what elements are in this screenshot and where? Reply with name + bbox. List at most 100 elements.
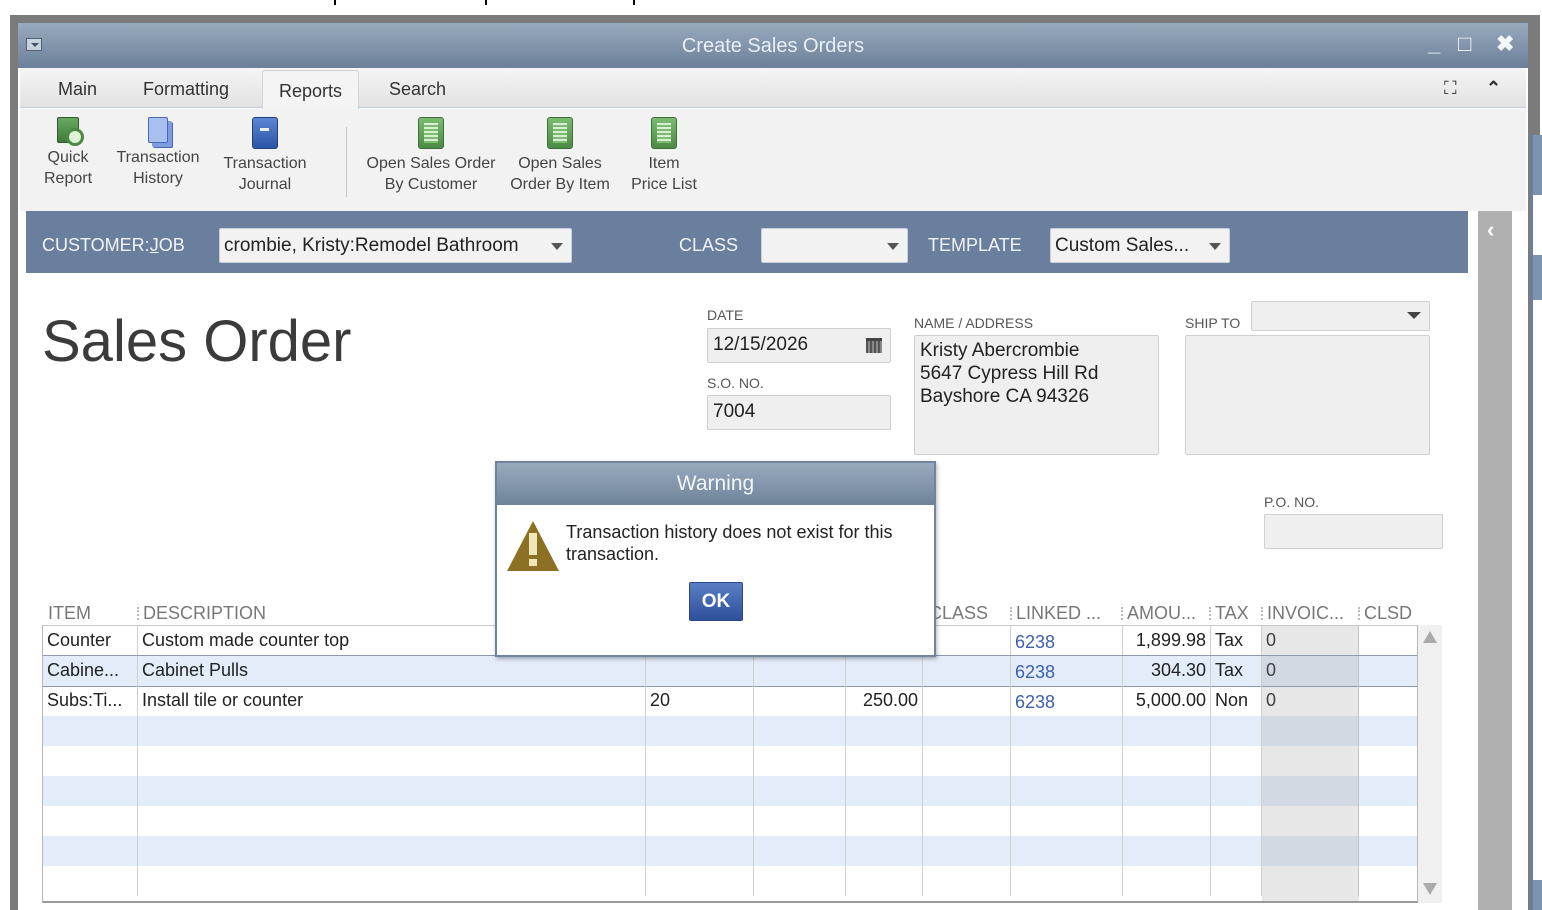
cell-tax[interactable] [1211, 806, 1262, 836]
cell-amount[interactable] [1123, 776, 1211, 806]
cell-item[interactable]: Subs:Ti... [43, 686, 138, 716]
cell-amount[interactable] [1123, 866, 1211, 896]
cell-rate[interactable] [846, 656, 923, 686]
cell-invoiced[interactable]: 0 [1262, 626, 1359, 656]
cell-qty[interactable] [646, 746, 754, 776]
cell-linked[interactable] [1011, 716, 1123, 746]
cell-description[interactable]: Cabinet Pulls [138, 656, 646, 686]
cell-linked[interactable] [1011, 776, 1123, 806]
col-item[interactable]: ITEM [48, 603, 91, 624]
cell-tax[interactable] [1211, 746, 1262, 776]
cell-tax[interactable] [1211, 866, 1262, 896]
cell-tax[interactable]: Tax [1211, 656, 1262, 686]
cell-um[interactable] [754, 716, 846, 746]
table-row[interactable] [43, 776, 1417, 806]
cell-item[interactable] [43, 866, 138, 896]
cell-um[interactable] [754, 866, 846, 896]
cell-invoiced[interactable] [1262, 776, 1359, 806]
cell-invoiced[interactable]: 0 [1262, 656, 1359, 686]
po-number-field[interactable] [1264, 514, 1443, 549]
table-row[interactable] [43, 836, 1417, 866]
tab-formatting[interactable]: Formatting [143, 79, 229, 100]
col-clsd[interactable]: CLSD [1357, 603, 1412, 624]
cell-clsd[interactable] [1359, 866, 1417, 896]
ok-button[interactable]: OK [689, 582, 743, 621]
cell-item[interactable]: Cabine... [43, 656, 138, 686]
cell-item[interactable]: Counter [43, 626, 138, 656]
tab-main[interactable]: Main [58, 79, 97, 100]
ship-to-dropdown[interactable] [1251, 301, 1430, 331]
cell-class[interactable] [923, 836, 1011, 866]
cell-class[interactable] [923, 656, 1011, 686]
cell-amount[interactable] [1123, 836, 1211, 866]
cell-description[interactable]: Install tile or counter [138, 686, 646, 716]
cell-qty[interactable] [646, 806, 754, 836]
cell-description[interactable] [138, 836, 646, 866]
open-so-by-item-button[interactable]: Open Sales Order By Item [504, 117, 616, 195]
expand-panel-icon[interactable]: ‹ [1487, 217, 1494, 243]
table-row[interactable]: Cabine... Cabinet Pulls 6238 304.30 Tax 0 [43, 655, 1417, 687]
cell-um[interactable] [754, 686, 846, 716]
open-so-by-customer-button[interactable]: Open Sales Order By Customer [356, 117, 506, 195]
collapse-ribbon-icon[interactable]: ⌃ [1486, 78, 1501, 99]
cell-um[interactable] [754, 656, 846, 686]
cell-qty[interactable]: 20 [646, 686, 754, 716]
table-row[interactable]: Subs:Ti... Install tile or counter 20 250.0… [43, 686, 1417, 716]
cell-linked[interactable]: 6238 [1011, 656, 1123, 686]
cell-qty[interactable] [646, 836, 754, 866]
table-scrollbar[interactable] [1418, 625, 1442, 903]
transaction-history-button[interactable]: Transaction History [108, 117, 208, 189]
title-bar[interactable]: Create Sales Orders _ □ ✖ [18, 23, 1528, 68]
cell-qty[interactable] [646, 866, 754, 896]
cell-invoiced[interactable] [1262, 836, 1359, 866]
cell-rate[interactable] [846, 836, 923, 866]
cell-class[interactable] [923, 806, 1011, 836]
cell-tax[interactable] [1211, 716, 1262, 746]
cell-qty[interactable] [646, 656, 754, 686]
col-linked[interactable]: LINKED ... [1009, 603, 1101, 624]
minimize-button[interactable]: _ [1428, 33, 1440, 55]
cell-linked[interactable] [1011, 806, 1123, 836]
cell-description[interactable] [138, 746, 646, 776]
cell-rate[interactable] [846, 866, 923, 896]
cell-tax[interactable]: Tax [1211, 626, 1262, 656]
table-row[interactable] [43, 866, 1417, 896]
cell-um[interactable] [754, 836, 846, 866]
cell-amount[interactable] [1123, 716, 1211, 746]
col-invoiced[interactable]: INVOIC... [1260, 603, 1344, 624]
cell-rate[interactable] [846, 806, 923, 836]
so-number-field[interactable]: 7004 [707, 395, 891, 430]
cell-um[interactable] [754, 806, 846, 836]
cell-class[interactable] [923, 776, 1011, 806]
cell-item[interactable] [43, 836, 138, 866]
tab-search[interactable]: Search [389, 79, 446, 100]
tab-reports[interactable]: Reports [262, 70, 360, 109]
cell-tax[interactable]: Non [1211, 686, 1262, 716]
date-field[interactable]: 12/15/2026 [707, 328, 891, 363]
name-address-field[interactable]: Kristy Abercrombie 5647 Cypress Hill Rd … [914, 335, 1159, 455]
cell-description[interactable] [138, 716, 646, 746]
item-price-list-button[interactable]: Item Price List [626, 117, 702, 195]
cell-amount[interactable]: 1,899.98 [1123, 626, 1211, 656]
cell-clsd[interactable] [1359, 776, 1417, 806]
table-row[interactable] [43, 806, 1417, 836]
col-tax[interactable]: TAX [1209, 603, 1249, 624]
maximize-button[interactable]: □ [1458, 33, 1471, 55]
cell-invoiced[interactable] [1262, 806, 1359, 836]
cell-linked[interactable] [1011, 866, 1123, 896]
cell-class[interactable] [923, 866, 1011, 896]
cell-item[interactable] [43, 806, 138, 836]
col-class[interactable]: CLASS [922, 603, 988, 624]
cell-tax[interactable] [1211, 776, 1262, 806]
scroll-up-icon[interactable] [1423, 631, 1437, 643]
cell-class[interactable] [923, 626, 1011, 656]
cell-clsd[interactable] [1359, 836, 1417, 866]
cell-class[interactable] [923, 716, 1011, 746]
cell-description[interactable] [138, 806, 646, 836]
cell-invoiced[interactable] [1262, 746, 1359, 776]
cell-amount[interactable]: 304.30 [1123, 656, 1211, 686]
cell-description[interactable] [138, 866, 646, 896]
transaction-journal-button[interactable]: Transaction Journal [215, 117, 315, 195]
cell-qty[interactable] [646, 716, 754, 746]
cell-clsd[interactable] [1359, 656, 1417, 686]
